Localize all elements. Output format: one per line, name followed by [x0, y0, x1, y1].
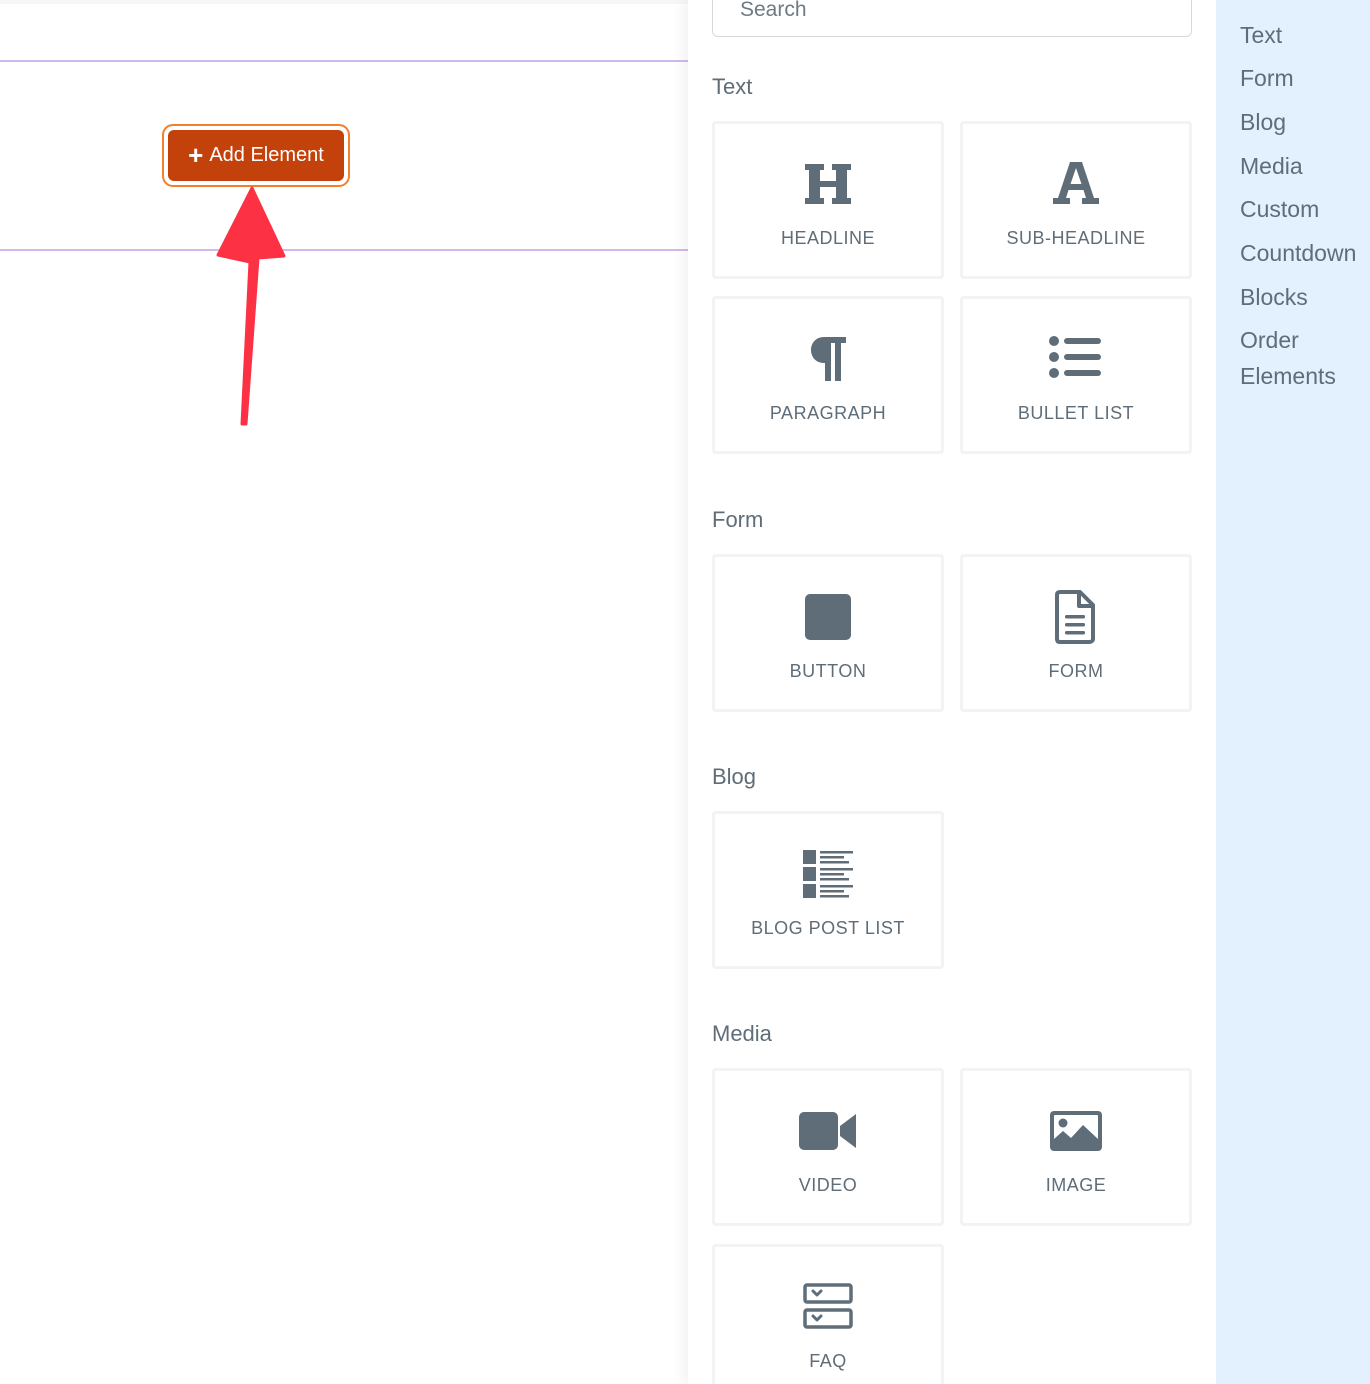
- category-nav: Text Form Blog Media Custom Countdown Bl…: [1216, 0, 1370, 1384]
- add-element-label: Add Element: [209, 144, 324, 166]
- sub-headline-icon: [963, 156, 1189, 212]
- tile-label: PARAGRAPH: [769, 403, 887, 423]
- nav-item-form[interactable]: Form: [1240, 60, 1294, 96]
- tile-label: VIDEO: [798, 1175, 858, 1195]
- element-tile-headline[interactable]: HEADLINE: [712, 121, 944, 279]
- nav-item-countdown[interactable]: Countdown: [1240, 235, 1356, 271]
- search-input[interactable]: [712, 0, 1192, 37]
- element-tile-blog-post-list[interactable]: BLOG POST LIST: [712, 811, 944, 969]
- tile-label: HEADLINE: [780, 228, 876, 248]
- section-title-text: Text: [712, 74, 753, 99]
- faq-icon: [715, 1279, 941, 1335]
- element-tile-button[interactable]: BUTTON: [712, 554, 944, 712]
- canvas-top-strip: [0, 0, 688, 4]
- nav-item-media[interactable]: Media: [1240, 148, 1303, 184]
- section-bottom-border: [0, 249, 688, 251]
- blog-post-list-icon: [715, 846, 941, 902]
- plus-icon: +: [188, 139, 204, 170]
- video-camera-icon: [715, 1103, 941, 1159]
- paragraph-icon: [715, 331, 941, 387]
- element-tile-sub-headline[interactable]: SUB-HEADLINE: [960, 121, 1192, 279]
- section-title-form: Form: [712, 507, 764, 532]
- nav-item-order-elements[interactable]: Order Elements: [1240, 322, 1360, 394]
- tile-label: BULLET LIST: [1017, 403, 1135, 423]
- image-icon: [963, 1103, 1189, 1159]
- tile-label: SUB-HEADLINE: [1006, 228, 1146, 248]
- element-tile-faq[interactable]: FAQ: [712, 1244, 944, 1384]
- add-element-button[interactable]: + Add Element: [168, 130, 344, 181]
- element-tile-bullet-list[interactable]: BULLET LIST: [960, 296, 1192, 454]
- nav-item-blog[interactable]: Blog: [1240, 104, 1286, 140]
- button-icon: [715, 589, 941, 645]
- tile-label: BUTTON: [789, 661, 867, 681]
- tile-label: IMAGE: [1045, 1175, 1107, 1195]
- element-tile-paragraph[interactable]: PARAGRAPH: [712, 296, 944, 454]
- form-document-icon: [963, 589, 1189, 645]
- tile-label: BLOG POST LIST: [751, 918, 905, 938]
- tile-label: FAQ: [809, 1351, 847, 1371]
- nav-item-custom[interactable]: Custom: [1240, 191, 1319, 227]
- section-title-blog: Blog: [712, 764, 757, 789]
- section-top-border: [0, 60, 688, 62]
- editor-canvas: + Add Element: [0, 0, 688, 1384]
- pointer-arrow: [216, 186, 286, 426]
- headline-icon: [715, 156, 941, 212]
- tile-label: FORM: [1048, 661, 1104, 681]
- element-tile-video[interactable]: VIDEO: [712, 1068, 944, 1226]
- element-tile-image[interactable]: IMAGE: [960, 1068, 1192, 1226]
- section-title-media: Media: [712, 1021, 772, 1046]
- bullet-list-icon: [963, 331, 1189, 387]
- element-tile-form[interactable]: FORM: [960, 554, 1192, 712]
- nav-item-text[interactable]: Text: [1240, 17, 1282, 53]
- nav-item-blocks[interactable]: Blocks: [1240, 279, 1308, 315]
- elements-panel: Text HEADLINE SUB-HEADLINE PARAGRAPH: [688, 0, 1216, 1384]
